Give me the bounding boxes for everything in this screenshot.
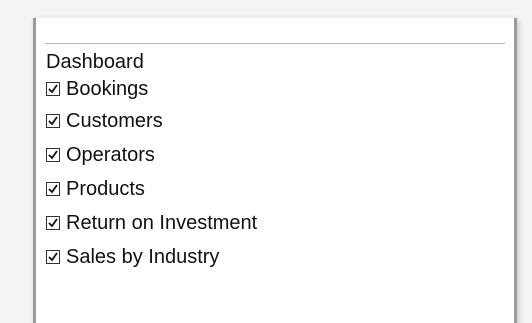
dashboard-group: Dashboard Bookings Customers Operators P…	[46, 50, 257, 274]
checkbox-bookings[interactable]	[46, 82, 60, 96]
check-icon	[48, 150, 58, 160]
checkbox-return-on-investment[interactable]	[46, 216, 60, 230]
page: Dashboard Bookings Customers Operators P…	[0, 0, 532, 323]
item-label: Products	[66, 178, 145, 200]
group-title: Dashboard	[46, 51, 144, 73]
check-icon	[48, 84, 58, 94]
check-icon	[48, 116, 58, 126]
checkbox-operators[interactable]	[46, 148, 60, 162]
list-item-operators[interactable]: Operators	[46, 138, 257, 172]
list-item-bookings[interactable]: Bookings	[46, 74, 257, 104]
dashboard-panel: Dashboard Bookings Customers Operators P…	[33, 18, 517, 323]
list-item-customers[interactable]: Customers	[46, 104, 257, 138]
item-label: Return on Investment	[66, 212, 258, 234]
divider	[45, 43, 505, 44]
item-label: Sales by Industry	[66, 246, 220, 268]
check-icon	[48, 184, 58, 194]
checkbox-sales-by-industry[interactable]	[46, 250, 60, 264]
item-label: Operators	[66, 144, 155, 166]
list-item-sales-by-industry[interactable]: Sales by Industry	[46, 240, 257, 274]
check-icon	[48, 252, 58, 262]
list-item-products[interactable]: Products	[46, 172, 257, 206]
item-label: Bookings	[66, 78, 149, 100]
item-label: Customers	[66, 110, 163, 132]
dashboard-list: Bookings Customers Operators Products Re…	[46, 74, 257, 274]
checkbox-products[interactable]	[46, 182, 60, 196]
checkbox-customers[interactable]	[46, 114, 60, 128]
check-icon	[48, 218, 58, 228]
list-item-return-on-investment[interactable]: Return on Investment	[46, 206, 257, 240]
